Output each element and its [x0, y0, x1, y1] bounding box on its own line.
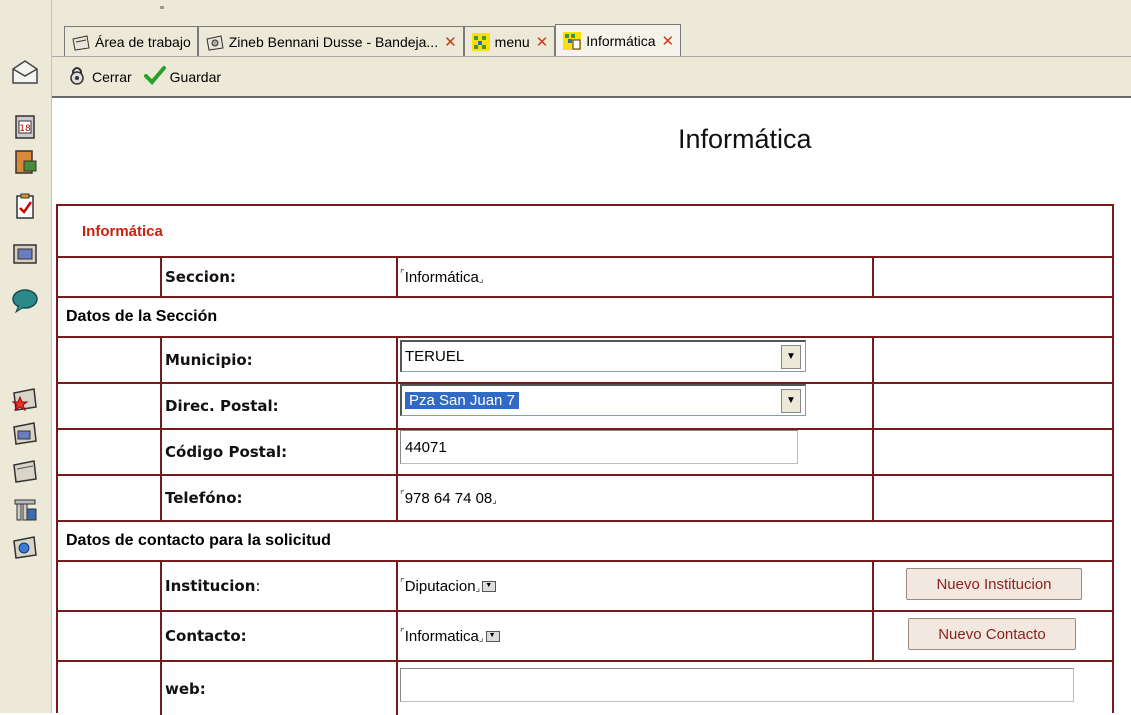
institucion-value[interactable]: ⌜Diputacion⌟ — [398, 578, 497, 595]
chat-bubble-icon[interactable] — [9, 284, 41, 316]
web-label: web: — [165, 679, 206, 698]
institucion-row: Institucion: ⌜Diputacion⌟ Nuevo Instituc… — [58, 562, 1112, 612]
telefono-label: Telefóno: — [165, 489, 243, 507]
checkmark-icon — [143, 64, 166, 89]
chevron-down-icon[interactable]: ▼ — [781, 388, 801, 413]
web-tray-icon[interactable] — [9, 530, 41, 562]
book-exit-icon[interactable] — [9, 146, 41, 178]
contacto-label: Contacto: — [165, 627, 247, 645]
section-datos-contacto: Datos de contacto para la solicitud — [58, 522, 1112, 562]
close-button[interactable]: Cerrar — [66, 64, 132, 89]
municipio-label: Municipio: — [165, 351, 253, 369]
close-icon[interactable]: ✕ — [536, 33, 549, 51]
seccion-value: ⌜Informática⌟ — [400, 268, 484, 286]
tab-label: Zineb Bennani Dusse - Bandeja... — [228, 33, 439, 50]
grid-doc-icon — [562, 31, 582, 51]
municipio-row: Municipio: TERUEL ▼ — [58, 338, 1112, 384]
envelope-icon[interactable] — [9, 56, 41, 88]
section-datos-seccion: Datos de la Sección — [58, 298, 1112, 338]
divider — [160, 6, 164, 9]
close-icon[interactable]: ✕ — [662, 32, 675, 50]
favorites-tray-icon[interactable] — [9, 382, 41, 414]
contacto-row: Contacto: ⌜Informatica⌟ Nuevo Contacto — [58, 612, 1112, 662]
codigo-postal-input[interactable]: 44071 — [400, 430, 798, 464]
file-cabinet-icon[interactable] — [9, 494, 41, 526]
telefono-row: Telefóno: ⌜978 64 74 08⌟ — [58, 476, 1112, 522]
contacto-value[interactable]: ⌜Informatica⌟ — [398, 628, 500, 645]
form-header: Informática — [82, 222, 163, 240]
inbox-tray-icon[interactable] — [9, 416, 41, 448]
nuevo-contacto-button[interactable]: Nuevo Contacto — [908, 618, 1076, 650]
dropdown-icon[interactable] — [485, 631, 500, 643]
seccion-label: Seccion: — [165, 268, 236, 286]
tab-label: Área de trabajo — [95, 33, 191, 50]
svg-text:18: 18 — [19, 124, 31, 134]
direc-postal-value: Pza San Juan 7 — [405, 392, 519, 409]
nuevo-institucion-button[interactable]: Nuevo Institucion — [906, 568, 1082, 600]
close-icon[interactable]: ✕ — [444, 33, 457, 51]
save-label: Guardar — [169, 68, 222, 85]
tab-menu[interactable]: menu ✕ — [463, 26, 556, 56]
tab-label: menu — [494, 33, 530, 50]
direc-postal-row: Direc. Postal: Pza San Juan 7 ▼ — [58, 384, 1112, 430]
codigo-postal-row: Código Postal: 44071 — [58, 430, 1112, 476]
tab-bandeja[interactable]: Zineb Bennani Dusse - Bandeja... ✕ — [197, 26, 464, 56]
empty-tray-icon[interactable] — [9, 454, 41, 486]
chevron-down-icon[interactable]: ▼ — [781, 344, 801, 369]
form-header-row: Informática — [58, 206, 1112, 258]
workspace-icon — [71, 32, 91, 52]
cabinet-icon[interactable] — [9, 236, 41, 268]
tab-area-de-trabajo[interactable]: Área de trabajo — [64, 26, 198, 56]
dropdown-icon[interactable] — [482, 581, 497, 593]
save-button[interactable]: Guardar — [143, 64, 222, 89]
toolbar: Cerrar Guardar — [52, 56, 1131, 98]
municipio-value: TERUEL — [405, 348, 465, 365]
calendar-icon[interactable]: 18 — [9, 110, 41, 142]
page-title: Informática — [678, 124, 812, 154]
tab-informatica[interactable]: Informática ✕ — [555, 24, 682, 56]
web-input[interactable] — [400, 668, 1074, 702]
telefono-value: ⌜978 64 74 08⌟ — [400, 489, 497, 507]
codigo-postal-label: Código Postal: — [165, 443, 288, 461]
grid-icon — [471, 32, 491, 52]
form-grid: Informática Seccion: ⌜Informática⌟ Datos… — [56, 204, 1114, 715]
close-label: Cerrar — [92, 68, 132, 85]
web-row: web: — [58, 662, 1112, 715]
lock-icon — [66, 64, 88, 89]
direc-postal-label: Direc. Postal: — [165, 397, 279, 415]
tab-label: Informática — [586, 32, 656, 49]
clipboard-check-icon[interactable] — [9, 190, 41, 222]
tab-strip: Área de trabajo Zineb Bennani Dusse - Ba… — [52, 0, 1131, 56]
seccion-row: Seccion: ⌜Informática⌟ — [58, 258, 1112, 298]
tray-icon — [205, 32, 225, 52]
left-icon-rail: 18 — [0, 0, 52, 713]
direc-postal-select[interactable]: Pza San Juan 7 ▼ — [400, 384, 806, 416]
institucion-label: Institucion: — [165, 577, 261, 595]
main-content: Informática Informática Seccion: ⌜Inform… — [52, 98, 1131, 715]
section-title: Datos de contacto para la solicitud — [66, 532, 331, 549]
section-title: Datos de la Sección — [66, 308, 218, 325]
municipio-select[interactable]: TERUEL ▼ — [400, 340, 806, 372]
